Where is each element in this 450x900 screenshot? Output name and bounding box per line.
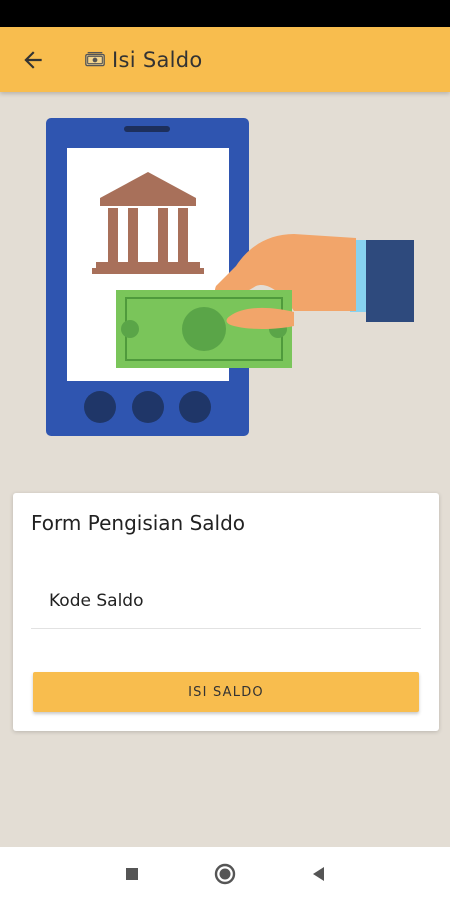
isi-saldo-button[interactable]: ISI SALDO [33, 672, 419, 712]
form-title: Form Pengisian Saldo [31, 511, 246, 535]
app-bar: Isi Saldo [0, 27, 450, 92]
sleeve [366, 240, 414, 322]
mobile-top-up-illustration [46, 118, 414, 436]
phone-button-3 [179, 391, 211, 423]
phone-speaker [124, 126, 170, 132]
status-bar [0, 0, 450, 27]
kode-saldo-field-wrap [31, 573, 421, 629]
triangle-back-icon[interactable] [305, 861, 331, 887]
phone-button-1 [84, 391, 116, 423]
money-icon [85, 51, 105, 67]
system-navigation-bar [0, 847, 450, 900]
page-title: Isi Saldo [84, 44, 203, 76]
kode-saldo-input[interactable] [31, 573, 421, 629]
square-icon[interactable] [119, 861, 145, 887]
page-title-text: Isi Saldo [112, 48, 203, 72]
phone-button-2 [132, 391, 164, 423]
cash-icon [116, 290, 292, 368]
arrow-left-icon[interactable] [20, 47, 46, 73]
circle-icon[interactable] [212, 861, 238, 887]
form-card: Form Pengisian Saldo ISI SALDO [13, 493, 439, 731]
